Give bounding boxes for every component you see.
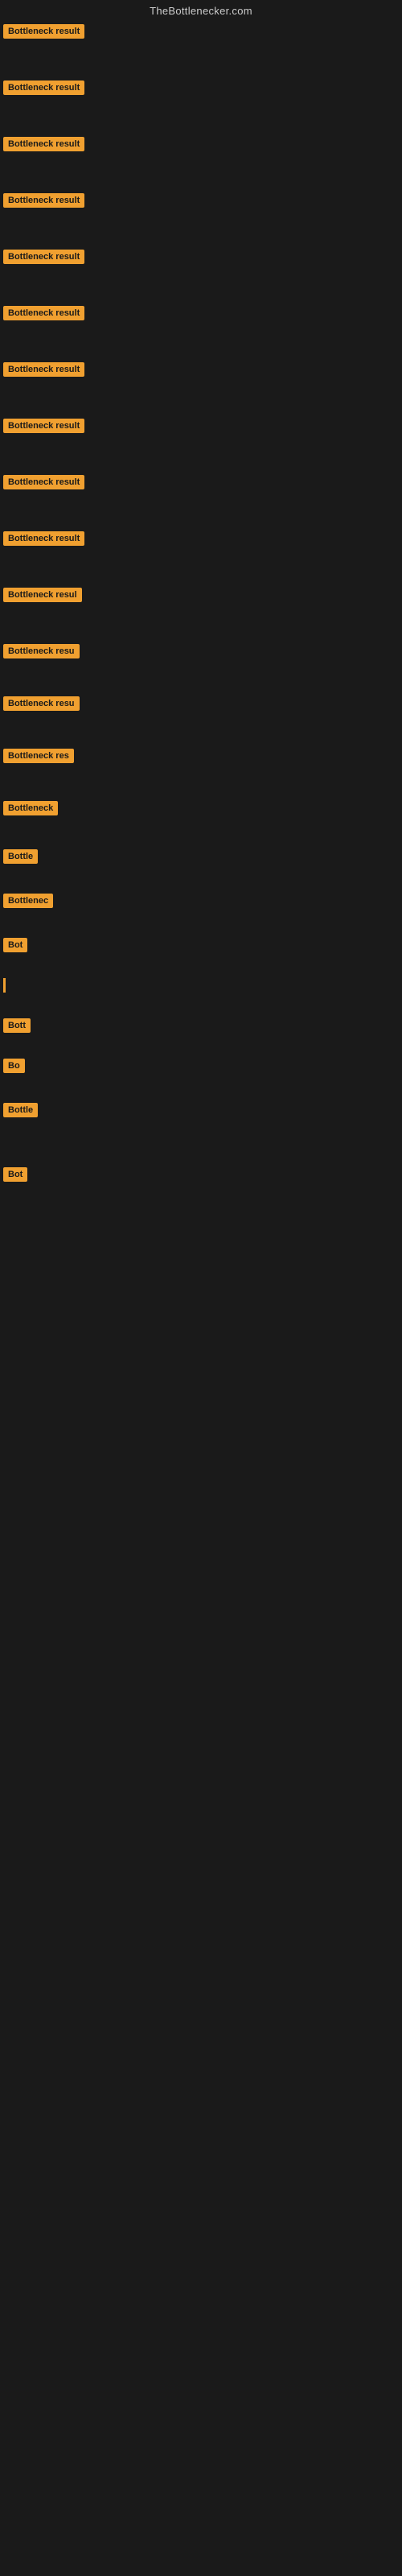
bottleneck-badge-16[interactable]: Bottle xyxy=(3,849,38,864)
bottleneck-badge-4[interactable]: Bottleneck result xyxy=(3,193,84,208)
bottleneck-row-23: Bot xyxy=(3,1167,27,1186)
bottleneck-row-5: Bottleneck result xyxy=(3,250,84,268)
bottleneck-badge-20[interactable]: Bott xyxy=(3,1018,31,1033)
bottleneck-badge-13[interactable]: Bottleneck resu xyxy=(3,696,80,711)
bottleneck-row-10: Bottleneck result xyxy=(3,531,84,550)
bottleneck-row-21: Bo xyxy=(3,1059,25,1077)
bottleneck-row-18: Bot xyxy=(3,938,27,956)
bottleneck-row-12: Bottleneck resu xyxy=(3,644,80,663)
bottleneck-row-19 xyxy=(3,978,6,993)
bottleneck-badge-23[interactable]: Bot xyxy=(3,1167,27,1182)
bottleneck-badge-9[interactable]: Bottleneck result xyxy=(3,475,84,489)
bottleneck-badge-15[interactable]: Bottleneck xyxy=(3,801,58,815)
bottleneck-row-20: Bott xyxy=(3,1018,31,1037)
bottleneck-badge-14[interactable]: Bottleneck res xyxy=(3,749,74,763)
bottleneck-badge-3[interactable]: Bottleneck result xyxy=(3,137,84,151)
site-title: TheBottlenecker.com xyxy=(0,0,402,20)
bottleneck-row-14: Bottleneck res xyxy=(3,749,74,767)
bottleneck-badge-6[interactable]: Bottleneck result xyxy=(3,306,84,320)
bottleneck-row-3: Bottleneck result xyxy=(3,137,84,155)
bottleneck-row-6: Bottleneck result xyxy=(3,306,84,324)
bottleneck-row-7: Bottleneck result xyxy=(3,362,84,381)
bottleneck-badge-2[interactable]: Bottleneck result xyxy=(3,80,84,95)
bottleneck-row-8: Bottleneck result xyxy=(3,419,84,437)
bottleneck-badge-5[interactable]: Bottleneck result xyxy=(3,250,84,264)
bottleneck-row-4: Bottleneck result xyxy=(3,193,84,212)
bottleneck-row-11: Bottleneck resul xyxy=(3,588,82,606)
bottleneck-badge-18[interactable]: Bot xyxy=(3,938,27,952)
bottleneck-row-17: Bottlenec xyxy=(3,894,53,912)
bottleneck-badge-12[interactable]: Bottleneck resu xyxy=(3,644,80,658)
bottleneck-row-16: Bottle xyxy=(3,849,38,868)
bottleneck-row-2: Bottleneck result xyxy=(3,80,84,99)
bottleneck-badge-1[interactable]: Bottleneck result xyxy=(3,24,84,39)
bottleneck-row-1: Bottleneck result xyxy=(3,24,84,43)
bottleneck-badge-8[interactable]: Bottleneck result xyxy=(3,419,84,433)
bottleneck-badge-10[interactable]: Bottleneck result xyxy=(3,531,84,546)
bottleneck-row-15: Bottleneck xyxy=(3,801,58,819)
bottleneck-badge-17[interactable]: Bottlenec xyxy=(3,894,53,908)
bottleneck-row-13: Bottleneck resu xyxy=(3,696,80,715)
bottleneck-badge-22[interactable]: Bottle xyxy=(3,1103,38,1117)
bottleneck-row-22: Bottle xyxy=(3,1103,38,1121)
bottleneck-badge-7[interactable]: Bottleneck result xyxy=(3,362,84,377)
cursor-indicator xyxy=(3,978,6,993)
bottleneck-badge-11[interactable]: Bottleneck resul xyxy=(3,588,82,602)
bottleneck-badge-21[interactable]: Bo xyxy=(3,1059,25,1073)
bottleneck-row-9: Bottleneck result xyxy=(3,475,84,493)
page-wrapper: TheBottlenecker.com Bottleneck result Bot… xyxy=(0,0,402,2576)
